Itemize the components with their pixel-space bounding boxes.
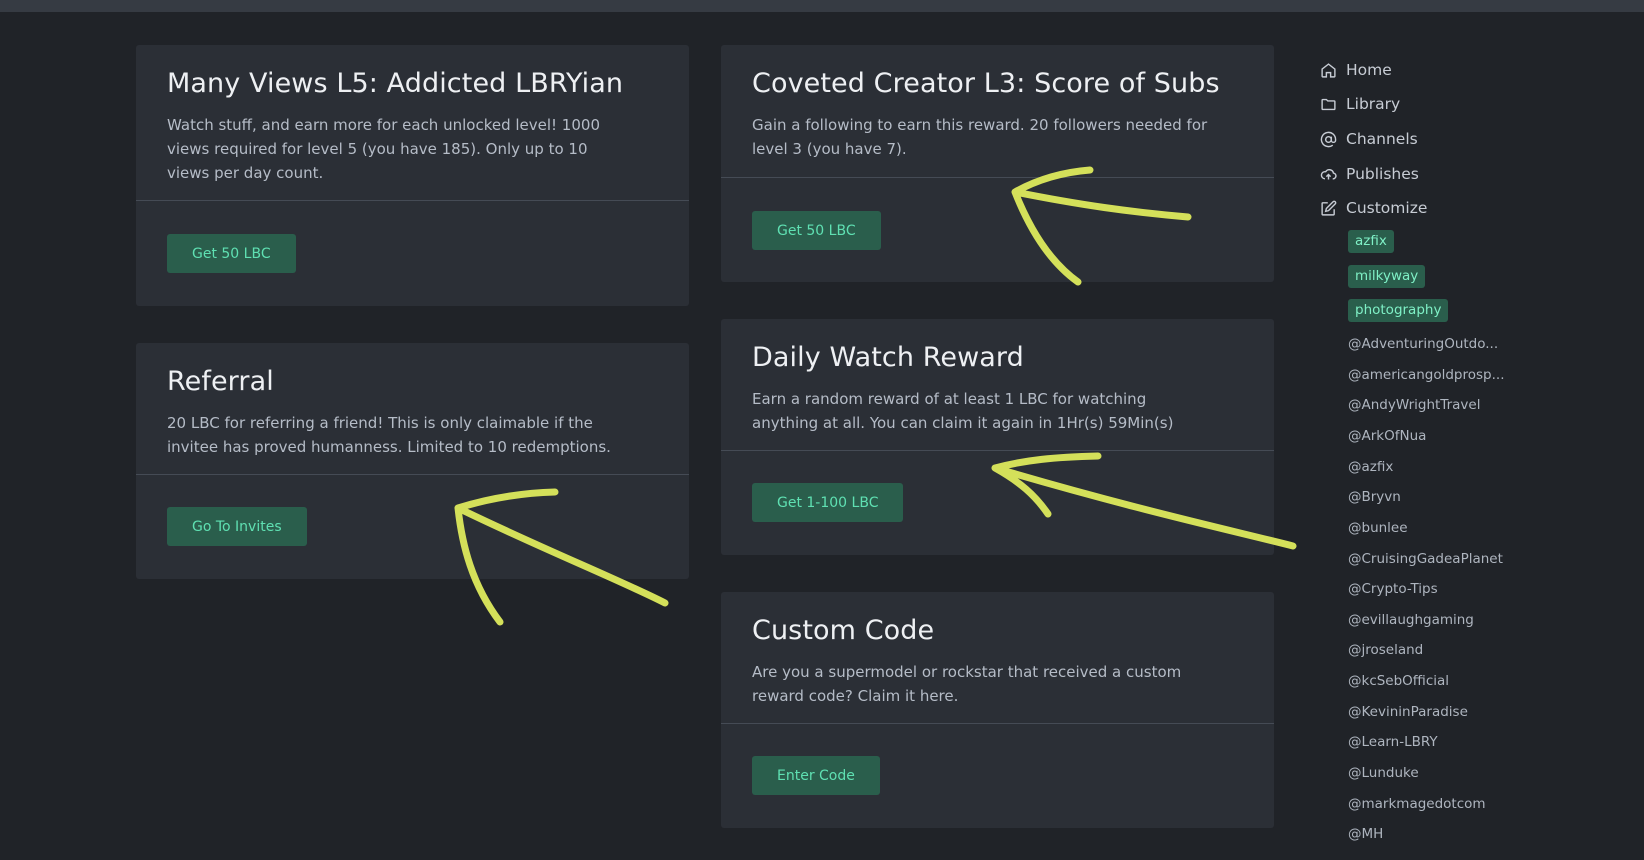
sidebar-channel-link[interactable]: @kcSebOfficial [1348, 669, 1449, 693]
claim-button[interactable]: Get 50 LBC [167, 234, 296, 273]
sidebar-channel-link[interactable]: @MH [1348, 822, 1383, 846]
sidebar-item-channels[interactable]: Channels [1320, 125, 1418, 153]
card-title: Coveted Creator L3: Score of Subs [752, 68, 1220, 99]
folder-icon [1321, 98, 1336, 110]
home-icon [1321, 62, 1336, 78]
sidebar-item-label: Library [1346, 95, 1401, 113]
enter-code-button[interactable]: Enter Code [752, 756, 880, 795]
sidebar-item-library[interactable]: Library [1320, 90, 1400, 118]
card-divider [721, 450, 1274, 451]
edit-icon [1321, 200, 1337, 216]
card-divider [136, 200, 689, 201]
sidebar-channel-link[interactable]: @AdventuringOutdo... [1348, 332, 1498, 356]
sidebar-item-label: Channels [1346, 130, 1418, 148]
card-description: Watch stuff, and earn more for each unlo… [167, 116, 600, 182]
sidebar-item-label: Publishes [1346, 165, 1419, 183]
sidebar-item-home[interactable]: Home [1320, 56, 1392, 84]
claim-button[interactable]: Get 1-100 LBC [752, 483, 904, 522]
sidebar-item-customize[interactable]: Customize [1320, 194, 1427, 222]
sidebar-item-label: Customize [1346, 199, 1428, 217]
card-description: Earn a random reward of at least 1 LBC f… [752, 390, 1174, 432]
card-title: Custom Code [752, 615, 935, 646]
card-title: Many Views L5: Addicted LBRYian [167, 68, 624, 99]
sidebar-channel-link[interactable]: @Lunduke [1348, 761, 1419, 785]
sidebar-channel-link[interactable]: @Crypto-Tips [1348, 577, 1438, 601]
card-divider [136, 474, 689, 475]
sidebar-channel-link[interactable]: @Learn-LBRY [1348, 730, 1438, 754]
go-to-invites-button[interactable]: Go To Invites [167, 507, 307, 546]
reward-card-coveted-creator: Coveted Creator L3: Score of Subs Gain a… [721, 45, 1274, 282]
at-icon [1320, 131, 1337, 147]
cloud-upload-icon [1320, 168, 1337, 179]
top-bar [0, 0, 1644, 12]
sidebar-channel-link[interactable]: @AndyWrightTravel [1348, 393, 1480, 417]
sidebar-channel-link[interactable]: @jroseland [1348, 638, 1423, 662]
sidebar-channel-link[interactable]: @ArkOfNua [1348, 424, 1426, 448]
sidebar-item-publishes[interactable]: Publishes [1320, 160, 1419, 188]
card-description: Are you a supermodel or rockstar that re… [752, 663, 1182, 705]
card-title: Referral [167, 366, 274, 397]
sidebar-channel-link[interactable]: @Bryvn [1348, 485, 1401, 509]
tag-chip[interactable]: azfix [1348, 230, 1394, 253]
sidebar-channel-link[interactable]: @KevininParadise [1348, 700, 1468, 724]
tag-chip[interactable]: milkyway [1348, 265, 1426, 288]
card-divider [721, 723, 1274, 724]
card-divider [721, 177, 1274, 178]
card-description: 20 LBC for referring a friend! This is o… [167, 414, 611, 456]
reward-card-custom-code: Custom Code Are you a supermodel or rock… [721, 592, 1274, 828]
reward-card-many-views: Many Views L5: Addicted LBRYian Watch st… [136, 45, 689, 306]
sidebar-channel-link[interactable]: @markmagedotcom [1348, 792, 1486, 816]
sidebar-channel-link[interactable]: @americangoldprosp... [1348, 363, 1505, 387]
card-description: Gain a following to earn this reward. 20… [752, 116, 1208, 158]
tag-chip[interactable]: photography [1348, 299, 1449, 322]
sidebar-channel-link[interactable]: @azfix [1348, 455, 1393, 479]
sidebar-channel-link[interactable]: @evillaughgaming [1348, 608, 1474, 632]
sidebar-item-label: Home [1346, 61, 1392, 79]
sidebar-channel-link[interactable]: @bunlee [1348, 516, 1408, 540]
card-title: Daily Watch Reward [752, 342, 1024, 373]
sidebar-channel-link[interactable]: @CruisingGadeaPlanet [1348, 547, 1503, 571]
reward-card-referral: Referral 20 LBC for referring a friend! … [136, 343, 689, 579]
reward-card-daily-watch: Daily Watch Reward Earn a random reward … [721, 319, 1274, 555]
claim-button[interactable]: Get 50 LBC [752, 211, 881, 250]
